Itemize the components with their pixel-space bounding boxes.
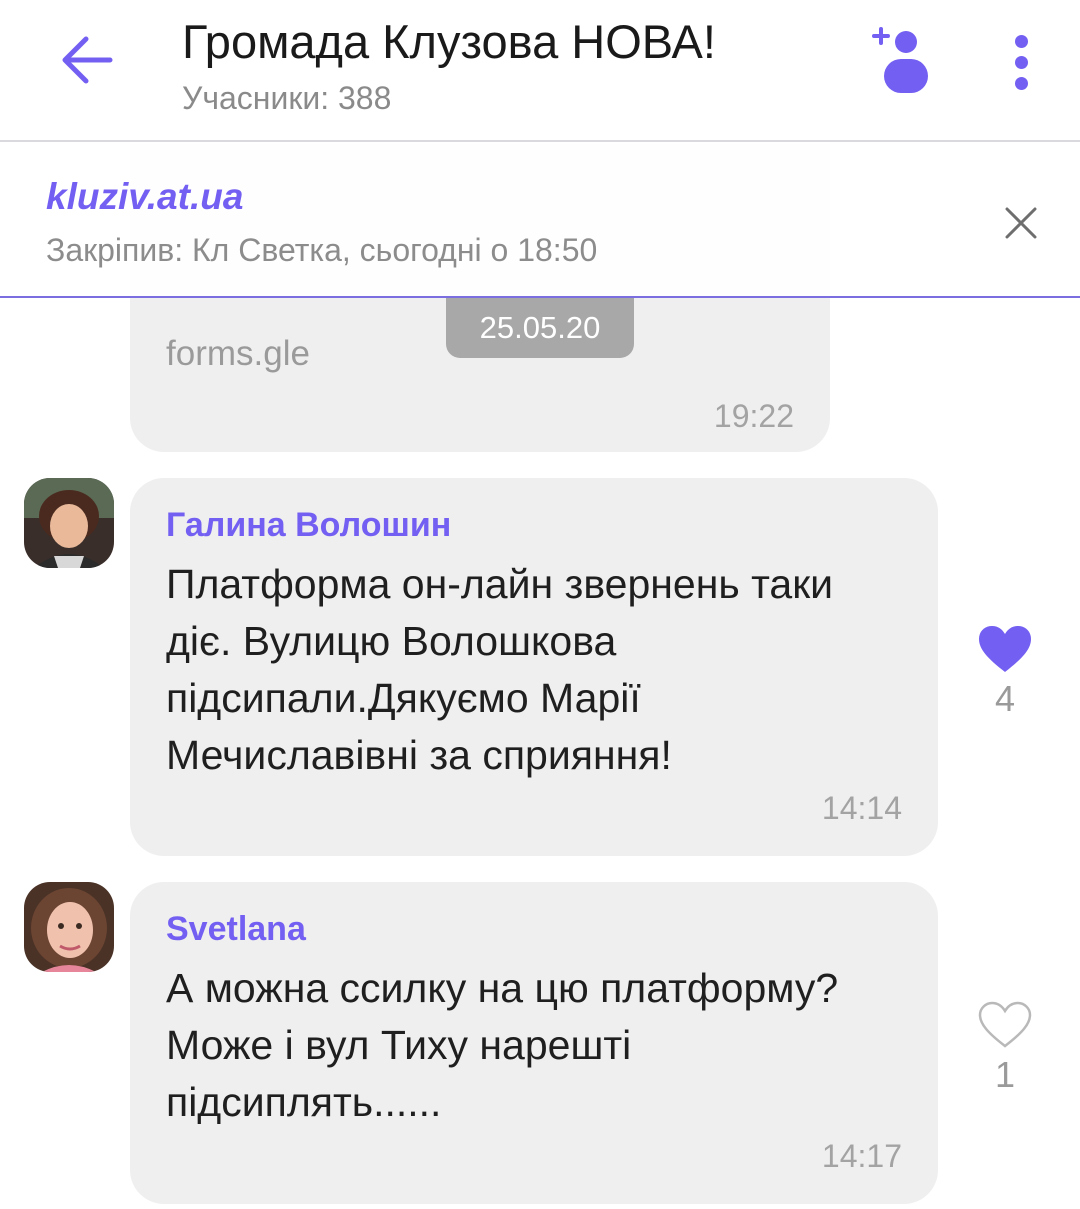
like-button[interactable]: 4 xyxy=(970,624,1040,720)
message-time: 14:14 xyxy=(821,790,902,826)
heart-icon xyxy=(979,626,1031,672)
like-count: 1 xyxy=(994,1054,1016,1095)
sender-name[interactable]: Svetlana xyxy=(166,910,306,949)
add-person-icon xyxy=(872,27,928,93)
add-member-button[interactable] xyxy=(866,22,936,98)
pinned-by-info: Закріпив: Кл Светка, сьогодні о 18:50 xyxy=(46,232,598,268)
message-link[interactable]: forms.gle xyxy=(166,334,310,374)
pinned-link[interactable]: kluziv.at.ua xyxy=(46,176,243,218)
heart-outline-icon xyxy=(978,1001,1032,1048)
pinned-message-bar[interactable]: kluziv.at.ua Закріпив: Кл Светка, сьогод… xyxy=(0,144,1080,298)
chat-messages-area[interactable]: forms.gle 19:22 25.05.20 Галина Волошин … xyxy=(0,144,1080,1209)
date-separator: 25.05.20 xyxy=(446,298,634,358)
more-vertical-icon xyxy=(1014,34,1028,48)
like-button[interactable]: 1 xyxy=(970,1000,1040,1096)
message-time: 14:17 xyxy=(821,1138,902,1174)
close-icon xyxy=(1005,207,1037,239)
like-count: 4 xyxy=(994,678,1016,719)
avatar-photo xyxy=(24,478,114,568)
message-text: А можна ссилку на цю платформу? Може і в… xyxy=(166,965,839,1125)
avatar[interactable] xyxy=(24,478,114,568)
message-bubble[interactable]: Галина Волошин Платформа он-лайн звернен… xyxy=(130,478,938,856)
participants-count[interactable]: Учасники: 388 xyxy=(182,80,391,117)
chat-title[interactable]: Громада Клузова НОВА! xyxy=(182,14,716,69)
arrow-left-icon xyxy=(62,36,113,84)
message-bubble[interactable]: Svetlana А можна ссилку на цю платформу?… xyxy=(130,882,938,1204)
back-button[interactable] xyxy=(54,28,118,92)
message-time: 19:22 xyxy=(713,398,794,434)
close-pinned-button[interactable] xyxy=(996,198,1046,248)
sender-name[interactable]: Галина Волошин xyxy=(166,506,451,545)
more-options-button[interactable] xyxy=(996,30,1046,94)
avatar-photo xyxy=(24,882,114,972)
avatar[interactable] xyxy=(24,882,114,972)
chat-header: Громада Клузова НОВА! Учасники: 388 xyxy=(0,0,1080,142)
message-text: Платформа он-лайн звернень таки діє. Вул… xyxy=(166,561,834,778)
